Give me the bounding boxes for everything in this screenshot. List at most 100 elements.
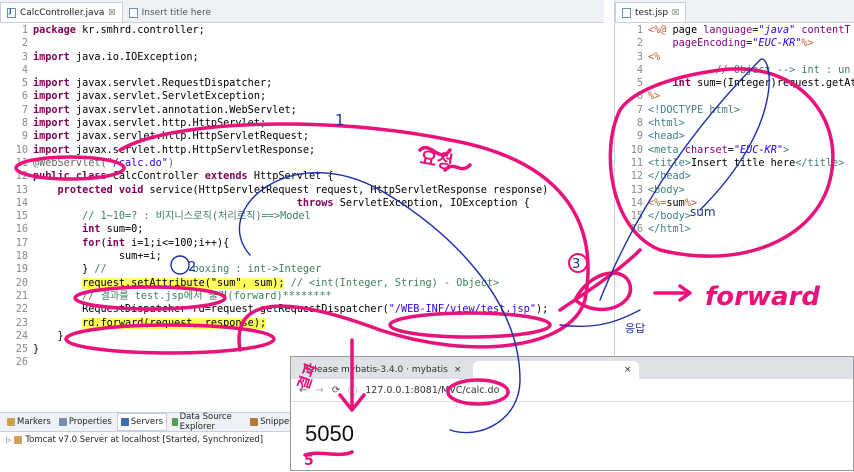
line-number: 4 <box>636 64 643 76</box>
code-line[interactable]: 3 <% <box>615 51 854 64</box>
code-line[interactable]: 11 @WebServlet("/calc.do") <box>0 157 604 170</box>
code-line[interactable]: 23 rd.forward(request, response); <box>0 317 604 330</box>
line-number: 1 <box>636 25 643 36</box>
tab-label: test.jsp <box>635 7 669 18</box>
line-text: </head> <box>648 170 691 183</box>
line-text: } <box>33 330 64 343</box>
code-line[interactable]: 1 <%@ page language="java" contentT <box>615 24 854 37</box>
code-token: } <box>33 344 40 356</box>
code-token: %> <box>801 38 814 50</box>
java-editor[interactable]: CalcController.java ☒ Insert title here … <box>0 0 604 412</box>
code-line[interactable]: 1 package kr.smhrd.controller; <box>0 24 604 37</box>
code-line[interactable]: 10 import javax.servlet.http.HttpServletR… <box>0 144 604 157</box>
code-token: contentT <box>801 25 851 36</box>
jsp-file-icon <box>622 7 631 18</box>
code-line[interactable]: 19 } // boxing : int->Integer <box>0 263 604 276</box>
line-text: } // boxing : int->Integer <box>33 263 321 276</box>
code-line[interactable]: 13 <body> <box>615 184 854 197</box>
code-area[interactable]: 1 <%@ page language="java" contentT 2 page… <box>615 24 854 237</box>
line-text: <meta charset="EUC-KR"> <box>648 144 789 157</box>
forward-icon[interactable]: → <box>315 385 323 396</box>
code-line[interactable]: 7 <!DOCTYPE html> <box>615 104 854 117</box>
code-line[interactable]: 8 <html> <box>615 117 854 130</box>
close-icon[interactable]: × <box>454 365 462 375</box>
reload-icon[interactable]: ⟳ <box>332 385 340 396</box>
code-token: int <box>106 237 126 249</box>
code-line[interactable]: 25} <box>0 343 604 356</box>
code-line[interactable]: 13 protected void service(HttpServletReq… <box>0 184 604 197</box>
line-number: 13 <box>630 184 643 196</box>
code-line[interactable]: 4 // Object --> int : un <box>615 64 854 77</box>
jsp-editor[interactable]: test.jsp ☒ 1 <%@ page language="java" con… <box>614 0 854 356</box>
code-line[interactable]: 11 <title>Insert title here</title> <box>615 157 854 170</box>
code-line[interactable]: 9 import javax.servlet.http.HttpServletRe… <box>0 130 604 143</box>
code-token: "EUC-KR" <box>752 38 802 50</box>
tab-properties[interactable]: Properties <box>56 417 115 427</box>
tab-insert-title[interactable]: Insert title here <box>123 3 217 22</box>
code-line[interactable]: 14 <%=sum%> <box>615 197 854 210</box>
code-line[interactable]: 6 import javax.servlet.ServletException; <box>0 90 604 103</box>
line-number: 2 <box>636 38 643 50</box>
servers-panel: Markers Properties Servers Data Source E… <box>0 412 300 472</box>
code-line[interactable]: 6 %> <box>615 90 854 103</box>
code-line[interactable]: 21 // 결과를 test.jsp에서 출력(forward)******** <box>0 290 604 303</box>
code-line[interactable]: 5 int sum=(Integer)request.getAt <box>615 77 854 90</box>
code-line[interactable]: 12 public class CalcController extends Ht… <box>0 170 604 183</box>
line-text: <% <box>648 51 660 64</box>
code-token: package <box>33 25 76 36</box>
code-line[interactable]: 2 <box>0 37 604 50</box>
code-line[interactable]: 16 </html> <box>615 223 854 236</box>
code-line[interactable]: 15 // 1~10=? : 비지니스로직(처리로직)==>Model <box>0 210 604 223</box>
code-line[interactable]: 5 import javax.servlet.RequestDispatcher; <box>0 77 604 90</box>
line-number: 3 <box>21 51 28 63</box>
tab-calccontroller[interactable]: CalcController.java ☒ <box>0 2 123 22</box>
code-token: RequestDispatcher rd=request.getRequestD… <box>33 304 389 316</box>
code-line[interactable]: 17 for(int i=1;i<=100;i++){ <box>0 237 604 250</box>
code-line[interactable]: 16 int sum=0; <box>0 223 604 236</box>
code-token: sum+=i; <box>33 251 162 263</box>
code-line[interactable]: 24 } <box>0 330 604 343</box>
code-area[interactable]: 1 package kr.smhrd.controller; 2 3 import ja… <box>0 24 604 370</box>
code-line[interactable]: 18 sum+=i; <box>0 250 604 263</box>
code-line[interactable]: 4 <box>0 64 604 77</box>
back-icon[interactable]: ← <box>299 385 307 396</box>
code-line[interactable]: 10 <meta charset="EUC-KR"> <box>615 144 854 157</box>
close-icon[interactable]: ☒ <box>672 8 679 17</box>
code-token: charset <box>684 144 728 156</box>
tab-data-source-explorer[interactable]: Data Source Explorer <box>169 412 245 432</box>
close-icon[interactable]: ☒ <box>108 8 115 17</box>
browser-tab-mybatis[interactable]: Release mybatis-3.4.0 · mybatis × <box>295 361 470 379</box>
code-line[interactable]: 22 RequestDispatcher rd=request.getReque… <box>0 303 604 316</box>
url-field[interactable]: 127.0.0.1:8081/MVC/calc.do <box>365 385 499 396</box>
code-line[interactable]: 2 pageEncoding="EUC-KR"%> <box>615 37 854 50</box>
close-icon[interactable]: × <box>624 365 632 375</box>
server-icon <box>14 436 23 444</box>
code-line[interactable]: 12 </head> <box>615 170 854 183</box>
server-row[interactable]: ▷ Tomcat v7.0 Server at localhost [Start… <box>0 432 300 448</box>
tab-test-jsp[interactable]: test.jsp ☒ <box>615 2 687 22</box>
tab-servers[interactable]: Servers <box>116 413 168 431</box>
code-line[interactable]: 20 request.setAttribute("sum", sum); // … <box>0 277 604 290</box>
code-token: import <box>33 131 70 143</box>
tab-markers[interactable]: Markers <box>4 417 54 427</box>
code-line[interactable]: 3 import java.io.IOException; <box>0 51 604 64</box>
code-token: <html> <box>648 118 685 130</box>
code-line[interactable]: 9 <head> <box>615 130 854 143</box>
code-line[interactable]: 14 throws ServletException, IOException … <box>0 197 604 210</box>
line-text: package kr.smhrd.controller; <box>33 24 205 37</box>
code-line[interactable]: 8 import javax.servlet.http.HttpServlet; <box>0 117 604 130</box>
line-number: 15 <box>15 211 28 223</box>
line-number: 8 <box>21 118 28 130</box>
java-file-icon <box>7 7 16 18</box>
browser-tab-active[interactable]: × <box>473 361 640 379</box>
servers-icon <box>120 418 129 426</box>
code-line[interactable]: 7 import javax.servlet.annotation.WebServ… <box>0 104 604 117</box>
tab-label: Insert title here <box>141 7 212 18</box>
code-token: ServletException, IOException { <box>333 197 530 209</box>
code-line[interactable]: 15 </body> <box>615 210 854 223</box>
code-token: int <box>672 78 691 90</box>
code-token: import <box>33 144 70 156</box>
expand-icon[interactable]: ▷ <box>6 436 11 444</box>
